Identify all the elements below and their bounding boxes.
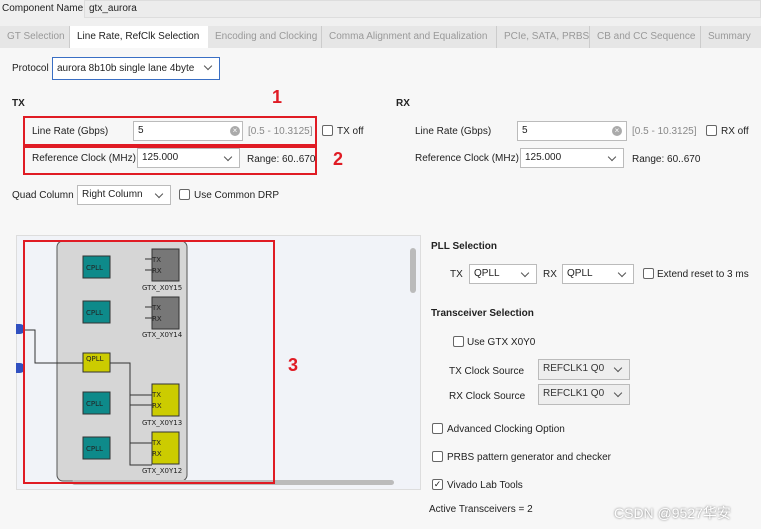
tx-clock-source-select[interactable]: REFCLK1 Q0	[538, 359, 630, 380]
use-gtx-label: Use GTX X0Y0	[467, 337, 536, 348]
pll-rx-select[interactable]: QPLL	[562, 264, 634, 284]
vertical-scrollbar[interactable]	[410, 248, 416, 293]
annotation-1: 1	[272, 87, 283, 107]
highlight-box-1	[23, 116, 317, 146]
advanced-clocking-label: Advanced Clocking Option	[447, 424, 565, 435]
annotation-2: 2	[333, 149, 344, 169]
vivado-lab-tools-checkbox[interactable]: ✓	[432, 479, 443, 490]
prbs-label: PRBS pattern generator and checker	[447, 452, 611, 463]
pll-tx-select[interactable]: QPLL	[469, 264, 537, 284]
extend-reset-checkbox[interactable]	[643, 268, 654, 279]
pll-rx-label: RX	[543, 269, 557, 280]
highlight-box-3	[23, 240, 275, 484]
tx-clock-source-label: TX Clock Source	[449, 366, 525, 377]
advanced-clocking-checkbox[interactable]	[432, 423, 443, 434]
highlight-box-2	[23, 146, 317, 175]
extend-reset-label: Extend reset to 3 ms	[657, 269, 749, 280]
pll-heading: PLL Selection	[431, 241, 497, 252]
transceiver-heading: Transceiver Selection	[431, 308, 534, 319]
use-gtx-checkbox[interactable]	[453, 336, 464, 347]
prbs-checkbox[interactable]	[432, 451, 443, 462]
rx-clock-source-label: RX Clock Source	[449, 391, 526, 402]
vivado-lab-tools-label: Vivado Lab Tools	[447, 480, 523, 491]
active-transceivers: Active Transceivers = 2	[429, 504, 533, 515]
rx-clock-source-select[interactable]: REFCLK1 Q0	[538, 384, 630, 405]
watermark: CSDN @9527华安	[614, 505, 731, 521]
pll-tx-label: TX	[450, 269, 463, 280]
annotation-3: 3	[288, 355, 299, 375]
